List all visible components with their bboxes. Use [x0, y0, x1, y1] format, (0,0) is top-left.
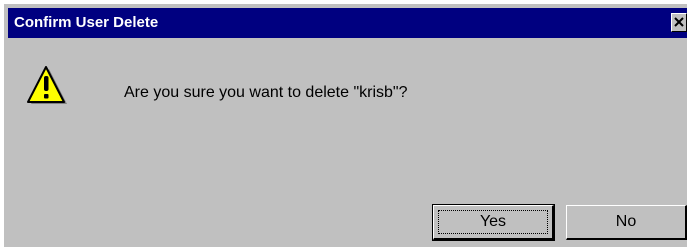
close-icon	[674, 17, 684, 27]
confirmation-message: Are you sure you want to delete "krisb"?	[124, 84, 408, 101]
title-bar[interactable]: Confirm User Delete	[8, 8, 687, 38]
yes-button[interactable]: Yes	[432, 204, 555, 241]
warning-icon	[27, 66, 67, 104]
no-button-label: No	[615, 213, 637, 230]
close-button[interactable]	[671, 13, 687, 32]
dialog-title: Confirm User Delete	[14, 14, 159, 31]
no-button[interactable]: No	[566, 205, 687, 240]
focus-rectangle	[438, 210, 548, 234]
confirm-dialog: Confirm User Delete Are you sure you wan…	[4, 4, 687, 247]
